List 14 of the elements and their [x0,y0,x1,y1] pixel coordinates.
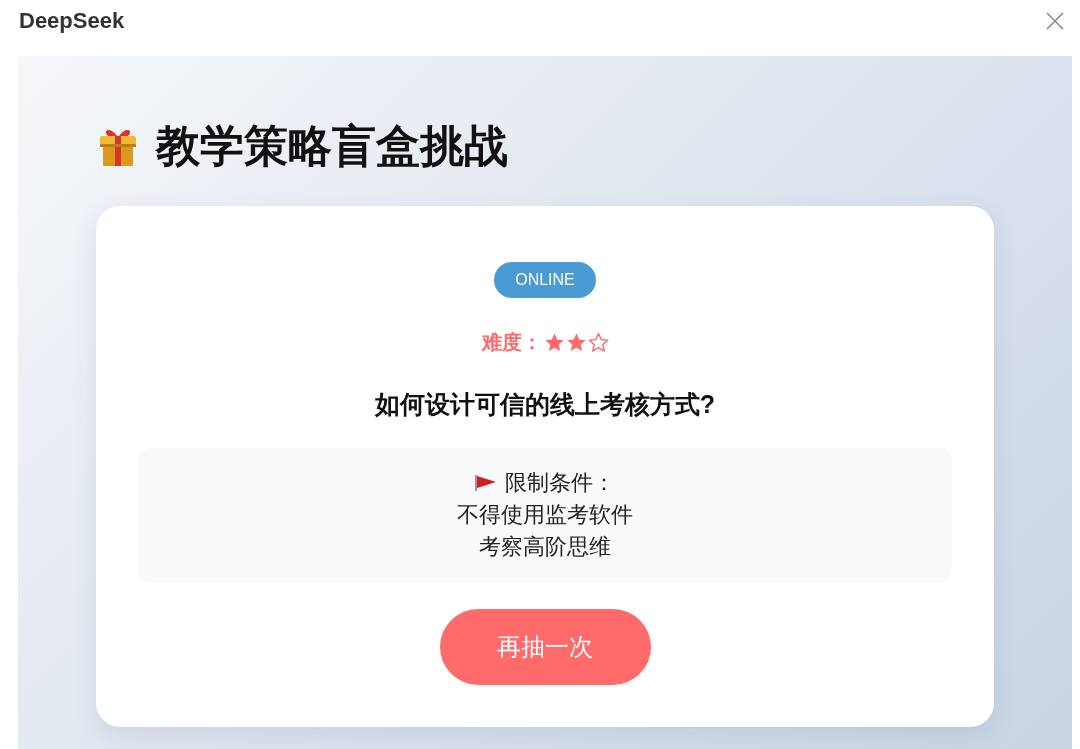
flag-icon [475,475,497,491]
filled-star-icon [565,331,587,353]
constraint-item: 考察高阶思维 [479,533,611,561]
page-title: 教学策略盲盒挑战 [156,120,508,172]
window-title: DeepSeek [19,8,125,34]
filled-star-icon [543,331,565,353]
question-text: 如何设计可信的线上考核方式? [374,389,716,419]
mode-tag: ONLINE [494,262,596,298]
constraint-item: 不得使用监考软件 [457,501,633,529]
close-icon [1046,12,1064,30]
difficulty-label: 难度： [481,330,542,355]
constraints-heading: 限制条件： [505,469,615,497]
redraw-button[interactable]: 再抽一次 [439,609,651,685]
outline-star-icon [587,331,609,353]
